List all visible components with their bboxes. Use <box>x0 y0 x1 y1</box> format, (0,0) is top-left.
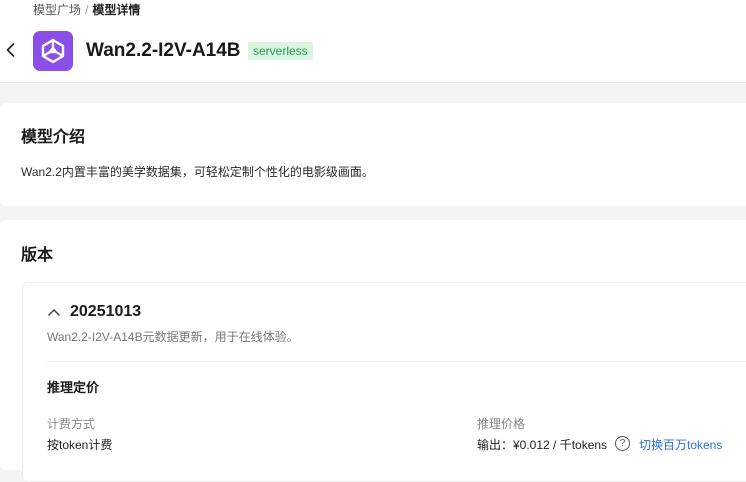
status-badge: serverless <box>248 42 313 60</box>
collapse-button[interactable] <box>47 305 61 319</box>
version-section-title: 版本 <box>21 247 54 264</box>
chevron-left-icon <box>6 43 14 57</box>
breadcrumb-parent[interactable]: 模型广场 <box>33 3 81 17</box>
intro-text: Wan2.2内置丰富的美学数据集，可轻松定制个性化的电影级画面。 <box>21 165 374 179</box>
qwen-logo-icon <box>41 38 65 64</box>
breadcrumb-current: 模型详情 <box>92 3 141 17</box>
breadcrumb: 模型广场 / 模型详情 <box>33 2 140 18</box>
billing-method-value: 按token计费 <box>47 438 113 452</box>
page-header: 模型广场 / 模型详情 Wan2.2-I2V-A14B serverless <box>0 0 746 83</box>
model-logo <box>33 31 73 71</box>
version-item: 20251013 Wan2.2-I2V-A14B元数据更新，用于在线体验。 推理… <box>22 282 746 482</box>
intro-title: 模型介绍 <box>21 129 86 146</box>
version-id: 20251013 <box>70 303 142 320</box>
switch-unit-link[interactable]: 切换百万tokens <box>639 437 722 453</box>
billing-method-label: 计费方式 <box>47 417 96 431</box>
inference-price-value: 输出：¥0.012 / 千tokens <box>477 438 608 452</box>
help-icon[interactable]: ? <box>615 436 630 451</box>
model-title: Wan2.2-I2V-A14B <box>86 40 241 61</box>
version-description: Wan2.2-I2V-A14B元数据更新，用于在线体验。 <box>47 330 299 344</box>
version-card: 版本 20251013 Wan2.2-I2V-A14B元数据更新，用于在线体验。… <box>0 220 746 482</box>
intro-card: 模型介绍 Wan2.2内置丰富的美学数据集，可轻松定制个性化的电影级画面。 <box>0 103 746 206</box>
inference-price-label: 推理价格 <box>477 417 526 431</box>
divider <box>47 361 746 362</box>
back-button[interactable] <box>2 40 18 60</box>
chevron-up-icon <box>48 309 60 316</box>
breadcrumb-separator: / <box>85 3 89 17</box>
pricing-title: 推理定价 <box>47 380 100 395</box>
